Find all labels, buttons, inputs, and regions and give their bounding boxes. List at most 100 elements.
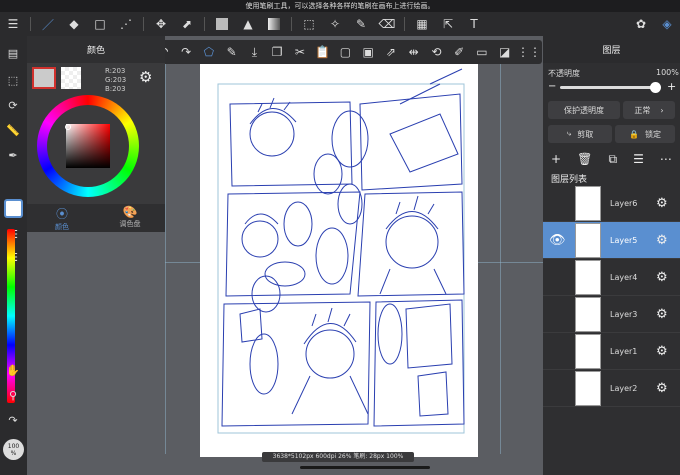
materials-icon[interactable]: ✿: [631, 14, 651, 34]
divider: [291, 17, 292, 31]
transform-icon[interactable]: ⬈: [177, 14, 197, 34]
transform-icon[interactable]: ⇗: [383, 42, 400, 62]
color-panel-header: 颜色: [27, 36, 165, 63]
layer-list-icon[interactable]: ☰: [633, 152, 644, 166]
clip-button[interactable]: ⤷ 剪取: [548, 125, 612, 143]
lasso-icon[interactable]: ⋰: [116, 14, 136, 34]
tab-palette[interactable]: 🎨 调色盘: [113, 205, 147, 229]
select-rect-icon[interactable]: □: [90, 14, 110, 34]
panel-5: [221, 301, 371, 427]
layer-row[interactable]: Layer4 ⚙: [543, 259, 680, 296]
layer-settings-gear-icon[interactable]: ⚙: [656, 307, 668, 322]
select-all-icon[interactable]: ⬚: [299, 14, 319, 34]
opacity-slider[interactable]: [560, 86, 660, 89]
gradient-icon[interactable]: [264, 14, 284, 34]
speech-bubble-3: [283, 201, 313, 247]
fill-swatch: [216, 18, 228, 30]
panel-toggle-icon[interactable]: ▤: [2, 42, 24, 64]
frame-icon[interactable]: ▭: [474, 42, 491, 62]
layer-settings-gear-icon[interactable]: ⚙: [656, 270, 668, 285]
layer-row[interactable]: Layer3 ⚙: [543, 296, 680, 333]
fill-color-icon[interactable]: [212, 14, 232, 34]
save-icon[interactable]: ⤓: [246, 42, 263, 62]
face-3: [305, 329, 355, 379]
opacity-plus-icon[interactable]: +: [667, 80, 676, 93]
brush-tool-icon[interactable]: ／: [38, 14, 58, 34]
cut-icon[interactable]: ✂: [292, 42, 309, 62]
select-eraser-icon[interactable]: ⌫: [377, 14, 397, 34]
ruler-icon[interactable]: 📏: [2, 119, 24, 141]
add-layer-icon[interactable]: +: [551, 152, 561, 166]
clip-icon: ⤷: [566, 129, 572, 138]
operation-icon[interactable]: ⇱: [438, 14, 458, 34]
saturation-square[interactable]: [66, 124, 110, 168]
edit-icon[interactable]: ✐: [451, 42, 468, 62]
rotate-icon[interactable]: ⟳: [2, 94, 24, 116]
magic-wand-icon[interactable]: ✧: [325, 14, 345, 34]
layer-settings-gear-icon[interactable]: ⚙: [656, 344, 668, 359]
layer-row[interactable]: Layer1 ⚙: [543, 333, 680, 370]
layer-list: Layer6 ⚙ 👁 Layer5 ⚙ Layer4 ⚙ Layer3 ⚙ La…: [543, 185, 680, 411]
layers-title: 图层: [602, 46, 621, 56]
layer-name: Layer4: [610, 272, 638, 282]
color-settings-gear-icon[interactable]: ⚙: [139, 68, 152, 86]
shoulders-2: [379, 268, 447, 295]
flip-icon[interactable]: ⇹: [405, 42, 422, 62]
redo-icon[interactable]: ↷: [2, 409, 24, 431]
more-icon[interactable]: ⋯: [660, 152, 672, 166]
note-card: [417, 371, 449, 417]
tab-color[interactable]: ⦿ 颜色: [47, 205, 77, 232]
opacity-slider-thumb[interactable]: [650, 82, 661, 93]
eraser-tool-icon[interactable]: ◆: [64, 14, 84, 34]
opacity-minus-icon[interactable]: −: [548, 81, 556, 92]
hint-text: 使用笔刷工具，可以选择各种各样的笔刷在画布上进行绘画。: [245, 2, 435, 10]
layer-settings-gear-icon[interactable]: ⚙: [656, 381, 668, 396]
layer-name: Layer5: [610, 235, 638, 245]
layer-row-selected[interactable]: 👁 Layer5 ⚙: [543, 222, 680, 259]
primary-color-swatch[interactable]: [32, 67, 56, 89]
gradient-swatch: [268, 18, 280, 30]
mask-icon[interactable]: ◪: [496, 42, 513, 62]
protect-alpha-button[interactable]: 保护透明度: [548, 101, 620, 119]
blend-mode-button[interactable]: 正常 ›: [623, 101, 675, 119]
face-1: [249, 111, 295, 157]
duplicate-layer-icon[interactable]: ⧉: [608, 152, 617, 167]
hand-icon[interactable]: ✋: [2, 359, 24, 381]
lasso-fill-icon[interactable]: ⬠: [201, 42, 218, 62]
eyedropper-icon[interactable]: ⚲: [2, 384, 24, 406]
eyedropper-icon[interactable]: ✎: [223, 42, 240, 62]
delete-layer-icon[interactable]: 🗑: [577, 152, 592, 166]
selection-icon[interactable]: ⬚: [2, 69, 24, 91]
bucket-icon[interactable]: ▲: [238, 14, 258, 34]
layer-settings-gear-icon[interactable]: ⚙: [656, 233, 668, 248]
pen-settings-icon[interactable]: ✒: [2, 144, 24, 166]
brush-size-indicator[interactable]: 100 %: [3, 439, 24, 460]
drag-handle-icon[interactable]: ⋮⋮: [517, 42, 541, 62]
eye-visible-icon[interactable]: 👁: [549, 233, 566, 248]
layer-row[interactable]: Layer2 ⚙: [543, 370, 680, 407]
layer-name: Layer1: [610, 346, 638, 356]
brush-size-unit: %: [10, 450, 17, 457]
redo-icon[interactable]: ↷: [178, 42, 195, 62]
layer-thumbnail: [575, 334, 601, 369]
color-swatch-button[interactable]: [4, 199, 23, 218]
select-pen-icon[interactable]: ✎: [351, 14, 371, 34]
copy-icon[interactable]: ❐: [269, 42, 286, 62]
canvas-paper[interactable]: [200, 64, 478, 457]
layer-row[interactable]: Layer6 ⚙: [543, 185, 680, 222]
layer-settings-gear-icon[interactable]: ⚙: [656, 196, 668, 211]
rotate-canvas-icon[interactable]: ⟲: [428, 42, 445, 62]
layer-actions: + 🗑 ⧉ ☰ ⋯: [543, 148, 680, 170]
text-tool-icon[interactable]: T: [464, 14, 484, 34]
color-tab-icon: ⦿: [55, 207, 68, 221]
paste-icon[interactable]: 📋: [314, 42, 331, 62]
clear-icon[interactable]: ▢: [337, 42, 354, 62]
move-tool-icon[interactable]: ✥: [151, 14, 171, 34]
sv-cursor[interactable]: [65, 124, 71, 130]
menu-icon[interactable]: ☰: [3, 14, 23, 34]
frame-icon[interactable]: ▦: [412, 14, 432, 34]
fill-rect-icon[interactable]: ▣: [360, 42, 377, 62]
layers-toggle-icon[interactable]: ◈: [657, 14, 677, 34]
secondary-color-swatch[interactable]: [61, 67, 81, 89]
lock-button[interactable]: 🔒 锁定: [615, 125, 675, 143]
